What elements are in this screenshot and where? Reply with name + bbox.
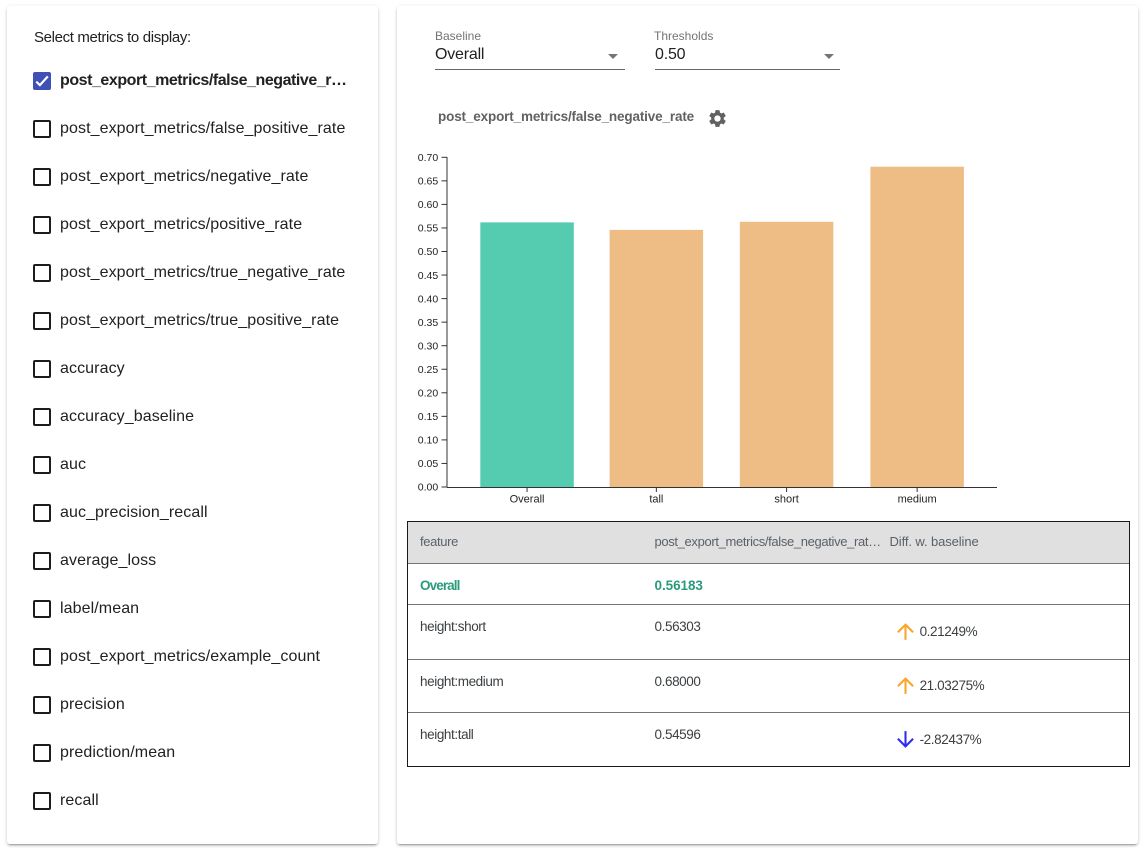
svg-text:0.25: 0.25 bbox=[418, 363, 439, 375]
svg-text:Overall: Overall bbox=[510, 493, 545, 505]
svg-text:0.05: 0.05 bbox=[418, 458, 439, 470]
svg-text:0.45: 0.45 bbox=[418, 269, 439, 281]
svg-text:0.10: 0.10 bbox=[418, 434, 439, 446]
svg-text:tall: tall bbox=[649, 493, 663, 505]
svg-text:0.60: 0.60 bbox=[418, 199, 439, 211]
svg-text:0.55: 0.55 bbox=[418, 222, 439, 234]
svg-text:0.65: 0.65 bbox=[418, 175, 439, 187]
svg-text:0.00: 0.00 bbox=[418, 481, 439, 493]
svg-text:0.70: 0.70 bbox=[418, 152, 439, 164]
svg-text:0.40: 0.40 bbox=[418, 293, 439, 305]
svg-text:short: short bbox=[774, 493, 798, 505]
svg-text:medium: medium bbox=[898, 493, 937, 505]
svg-text:0.50: 0.50 bbox=[418, 246, 439, 258]
svg-text:0.35: 0.35 bbox=[418, 316, 439, 328]
svg-text:0.15: 0.15 bbox=[418, 411, 439, 423]
svg-text:0.30: 0.30 bbox=[418, 340, 439, 352]
svg-text:0.20: 0.20 bbox=[418, 387, 439, 399]
